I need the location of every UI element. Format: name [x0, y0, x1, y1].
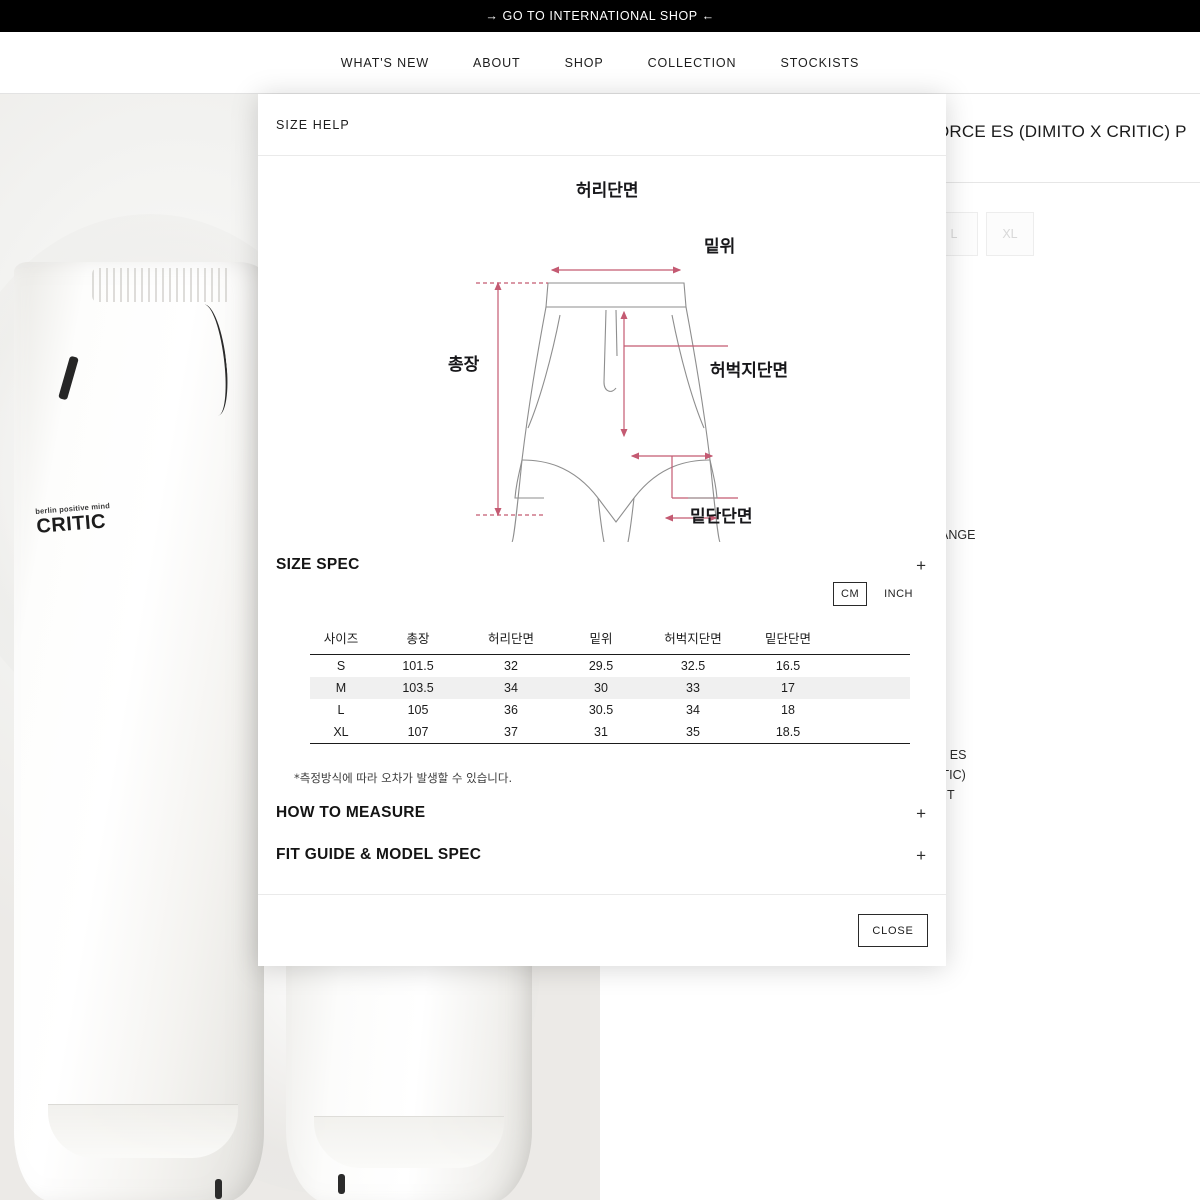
unit-option-cm[interactable]: CM — [833, 582, 868, 606]
cell-length: 105 — [407, 703, 429, 717]
how-to-measure-title: HOW TO MEASURE — [276, 804, 426, 821]
cell-length: 103.5 — [372, 677, 464, 699]
table-row: L 105 36 30.5 34 18 — [310, 699, 910, 721]
nav-item-about[interactable]: ABOUT — [473, 56, 521, 70]
cell-rise: 29.5 — [588, 659, 614, 673]
cuff-toggle-right — [338, 1174, 345, 1194]
cuff-toggle-left — [215, 1179, 222, 1199]
column-header-length: 총장 — [372, 628, 464, 655]
product-title: ORCE ES (DIMITO X CRITIC) P — [936, 122, 1187, 141]
cell-size: L — [337, 703, 345, 717]
modal-title: SIZE HELP — [276, 117, 350, 132]
cell-rise: 30 — [558, 677, 644, 699]
table-row: M 103.5 34 30 33 17 — [310, 677, 910, 699]
cell-rise: 30.5 — [588, 703, 614, 717]
fit-guide-section[interactable]: FIT GUIDE & MODEL SPEC + — [276, 828, 928, 870]
size-spec-title: SIZE SPEC — [276, 556, 360, 573]
modal-footer: CLOSE — [258, 894, 946, 966]
unit-option-inch[interactable]: INCH — [877, 583, 920, 605]
cell-thigh: 33 — [644, 677, 742, 699]
size-help-modal: SIZE HELP 허리단면 밑위 총장 허벅지단면 밑단단면 SIZE SPE… — [258, 94, 946, 966]
cell-thigh: 32.5 — [680, 659, 706, 673]
how-to-measure-section[interactable]: HOW TO MEASURE + — [276, 786, 928, 828]
fit-guide-title: FIT GUIDE & MODEL SPEC — [276, 846, 482, 863]
brand-logo: berlin positive mind CRITIC — [35, 501, 112, 538]
column-header-rise: 밑위 — [558, 628, 644, 655]
cell-waist: 36 — [504, 703, 518, 717]
waistband — [92, 268, 232, 302]
cuff-left — [48, 1104, 238, 1158]
table-row: XL 107 37 31 35 18.5 — [310, 721, 910, 744]
diagram-label-hem: 밑단단면 — [690, 507, 753, 527]
cell-empty — [834, 721, 910, 744]
cell-hem: 18 — [781, 703, 795, 717]
nav-item-stockists[interactable]: STOCKISTS — [781, 56, 860, 70]
size-spec-table: 사이즈 총장 허리단면 밑위 허벅지단면 밑단단면 S 101.5 32 29.… — [310, 628, 910, 744]
cell-length: 101.5 — [402, 659, 434, 673]
cell-empty — [834, 677, 910, 699]
table-header-row: 사이즈 총장 허리단면 밑위 허벅지단면 밑단단면 — [310, 628, 910, 655]
measurement-note: *측정방식에 따라 오차가 발생할 수 있습니다. — [294, 771, 513, 785]
cell-empty — [834, 699, 910, 721]
pant-leg-left — [14, 262, 264, 1200]
modal-body: 허리단면 밑위 총장 허벅지단면 밑단단면 SIZE SPEC + CM INC… — [258, 156, 946, 894]
diagram-label-rise: 밑위 — [704, 237, 736, 257]
cell-waist: 34 — [464, 677, 558, 699]
plus-icon[interactable]: + — [914, 557, 928, 574]
cell-rise: 31 — [558, 721, 644, 744]
column-header-empty — [834, 628, 910, 655]
cell-length: 107 — [372, 721, 464, 744]
cell-size: M — [310, 677, 372, 699]
cell-waist: 32 — [504, 659, 518, 673]
cell-thigh: 34 — [686, 703, 700, 717]
plus-icon[interactable]: + — [914, 805, 928, 822]
product-page: berlin positive mind CRITIC ORCE ES (DIM… — [0, 94, 1200, 1200]
size-option-xl[interactable]: XL — [986, 212, 1034, 256]
measurement-diagram: 허리단면 밑위 총장 허벅지단면 밑단단면 — [276, 160, 928, 542]
banner-text: → GO TO INTERNATIONAL SHOP ← — [485, 9, 715, 23]
table-row: S 101.5 32 29.5 32.5 16.5 — [310, 655, 910, 678]
international-shop-banner[interactable]: → GO TO INTERNATIONAL SHOP ← — [0, 0, 1200, 32]
cell-empty — [834, 655, 910, 678]
nav-item-whats-new[interactable]: WHAT'S NEW — [341, 56, 429, 70]
column-header-hem: 밑단단면 — [742, 628, 834, 655]
column-header-thigh: 허벅지단면 — [644, 628, 742, 655]
diagram-label-length: 총장 — [448, 355, 480, 375]
close-button[interactable]: CLOSE — [858, 914, 928, 947]
nav-item-shop[interactable]: SHOP — [565, 56, 604, 70]
size-spec-header[interactable]: SIZE SPEC + — [276, 542, 928, 578]
diagram-label-waist: 허리단면 — [576, 181, 639, 201]
column-header-size: 사이즈 — [310, 628, 372, 655]
diagram-label-thigh: 허벅지단면 — [710, 361, 789, 381]
cell-hem: 17 — [742, 677, 834, 699]
cell-hem: 18.5 — [742, 721, 834, 744]
cuff-right — [314, 1116, 504, 1168]
plus-icon[interactable]: + — [914, 847, 928, 864]
modal-header: SIZE HELP — [258, 94, 946, 156]
main-navigation: WHAT'S NEW ABOUT SHOP COLLECTION STOCKIS… — [0, 32, 1200, 94]
cell-waist: 37 — [464, 721, 558, 744]
cell-hem: 16.5 — [775, 659, 801, 673]
cell-size: S — [336, 659, 346, 673]
column-header-waist: 허리단면 — [464, 628, 558, 655]
cell-thigh: 35 — [644, 721, 742, 744]
cell-size: XL — [310, 721, 372, 744]
cuffs-svg — [514, 459, 718, 499]
unit-toggle: CM INCH — [276, 582, 928, 606]
nav-item-collection[interactable]: COLLECTION — [648, 56, 737, 70]
